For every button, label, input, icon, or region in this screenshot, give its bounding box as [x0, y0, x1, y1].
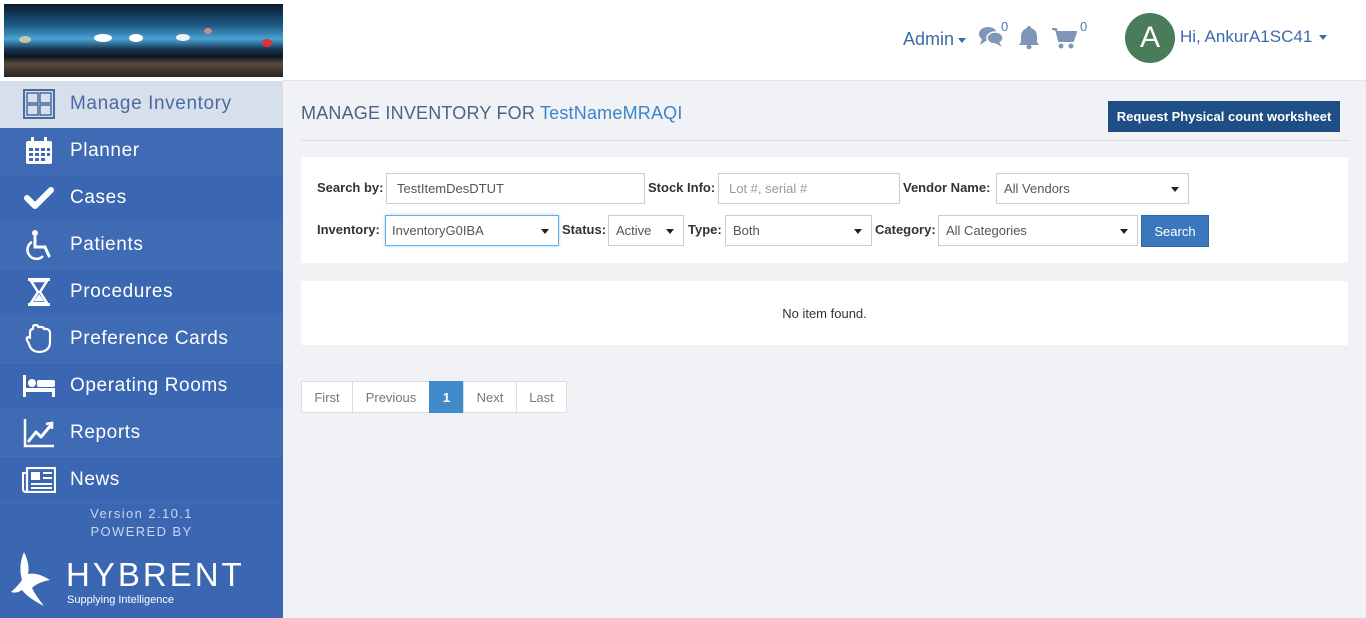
sidebar-item-label: Procedures — [70, 281, 174, 302]
powered-by-text: POWERED BY — [90, 524, 193, 539]
sidebar-item-cases[interactable]: Cases — [0, 175, 283, 222]
page-title-prefix: MANAGE INVENTORY FOR — [301, 103, 536, 123]
type-select-value: Both — [733, 223, 760, 238]
status-select[interactable]: Active — [608, 215, 684, 246]
type-label: Type: — [688, 222, 722, 237]
vendor-name-label: Vendor Name: — [903, 180, 991, 195]
sidebar-item-label: Reports — [70, 422, 141, 443]
sidebar-item-label: Cases — [70, 187, 127, 208]
type-select[interactable]: Both — [725, 215, 872, 246]
hybrent-bird-icon — [11, 552, 50, 606]
sidebar-item-label: Operating Rooms — [70, 375, 228, 396]
chevron-down-icon — [666, 229, 674, 234]
category-select[interactable]: All Categories — [938, 215, 1138, 246]
title-divider — [301, 140, 1348, 141]
version-text: Version 2.10.1 — [90, 506, 193, 521]
banner-image — [4, 4, 283, 77]
user-menu[interactable]: Hi, AnkurA1SC41 — [1180, 27, 1328, 47]
sidebar-item-patients[interactable]: Patients — [0, 222, 283, 269]
page-next[interactable]: Next — [463, 381, 517, 413]
sidebar-item-label: Patients — [70, 234, 144, 255]
sidebar-item-reports[interactable]: Reports — [0, 410, 283, 457]
sidebar-item-label: Planner — [70, 140, 140, 161]
filter-panel: Search by: TestItemDesDTUT Stock Info: L… — [301, 157, 1348, 263]
admin-menu[interactable]: Admin — [903, 29, 967, 50]
user-greeting: Hi, AnkurA1SC41 — [1180, 27, 1313, 46]
newspaper-icon — [22, 464, 56, 496]
calendar-icon — [22, 135, 56, 167]
brand-name: HYBRENT — [66, 556, 245, 593]
search-button[interactable]: Search — [1141, 215, 1209, 247]
sidebar-nav: Manage Inventory Planner Cases Patients … — [0, 81, 283, 504]
sidebar-item-label: Manage Inventory — [70, 93, 232, 114]
empty-message: No item found. — [782, 305, 867, 321]
checkmark-icon — [22, 182, 56, 214]
sidebar: Manage Inventory Planner Cases Patients … — [0, 0, 283, 618]
sidebar-item-manage-inventory[interactable]: Manage Inventory — [0, 81, 283, 128]
brand-tagline: Supplying Intelligence — [67, 594, 175, 606]
inventory-select-value: InventoryG0IBA — [392, 223, 484, 238]
status-select-value: Active — [616, 223, 652, 238]
page-title: MANAGE INVENTORY FOR TestNameMRAQI — [301, 103, 683, 124]
hourglass-icon — [22, 276, 56, 308]
bell-icon[interactable] — [1018, 25, 1040, 54]
results-panel: No item found. — [301, 281, 1348, 345]
avatar[interactable]: A — [1125, 13, 1175, 63]
request-physical-count-button[interactable]: Request Physical count worksheet — [1108, 101, 1340, 132]
stock-info-placeholder: Lot #, serial # — [729, 181, 808, 196]
search-by-input[interactable]: TestItemDesDTUT — [386, 173, 645, 204]
bed-icon — [22, 370, 56, 402]
messages-count: 0 — [1001, 19, 1009, 34]
search-by-label: Search by: — [317, 180, 384, 195]
cart-count: 0 — [1080, 19, 1088, 34]
vendor-select-value: All Vendors — [1004, 181, 1070, 196]
version-info: Version 2.10.1 POWERED BY — [0, 505, 283, 541]
sidebar-item-procedures[interactable]: Procedures — [0, 269, 283, 316]
page-previous[interactable]: Previous — [352, 381, 430, 413]
inventory-grid-icon — [22, 88, 56, 120]
chevron-down-icon — [541, 229, 549, 234]
top-header: Admin 0 0 A Hi, AnkurA1SC41 — [283, 0, 1366, 81]
vendor-select[interactable]: All Vendors — [996, 173, 1189, 204]
chevron-down-icon — [958, 37, 967, 43]
page-last[interactable]: Last — [516, 381, 567, 413]
chevron-down-icon — [854, 229, 862, 234]
sidebar-item-operating-rooms[interactable]: Operating Rooms — [0, 363, 283, 410]
category-select-value: All Categories — [946, 223, 1027, 238]
cart-icon[interactable] — [1051, 27, 1077, 54]
hand-icon — [22, 323, 56, 355]
sidebar-item-preference-cards[interactable]: Preference Cards — [0, 316, 283, 363]
inventory-label: Inventory: — [317, 222, 380, 237]
chevron-down-icon — [1171, 187, 1179, 192]
pagination: First Previous 1 Next Last — [301, 381, 567, 413]
sidebar-item-news[interactable]: News — [0, 457, 283, 504]
sidebar-item-planner[interactable]: Planner — [0, 128, 283, 175]
search-by-value: TestItemDesDTUT — [397, 181, 504, 196]
admin-label: Admin — [903, 29, 955, 49]
inventory-select[interactable]: InventoryG0IBA — [385, 215, 559, 246]
category-label: Category: — [875, 222, 936, 237]
hybrent-logo: HYBRENT Supplying Intelligence — [10, 550, 270, 610]
chevron-down-icon — [1319, 35, 1328, 41]
page-first[interactable]: First — [301, 381, 353, 413]
chevron-down-icon — [1120, 229, 1128, 234]
page-current[interactable]: 1 — [429, 381, 464, 413]
chart-line-icon — [22, 417, 56, 449]
stock-info-input[interactable]: Lot #, serial # — [718, 173, 900, 204]
stock-info-label: Stock Info: — [648, 180, 716, 195]
status-label: Status: — [562, 222, 607, 237]
sidebar-item-label: Preference Cards — [70, 328, 229, 349]
wheelchair-icon — [22, 229, 56, 261]
sidebar-item-label: News — [70, 469, 120, 490]
page-title-name: TestNameMRAQI — [539, 103, 683, 123]
